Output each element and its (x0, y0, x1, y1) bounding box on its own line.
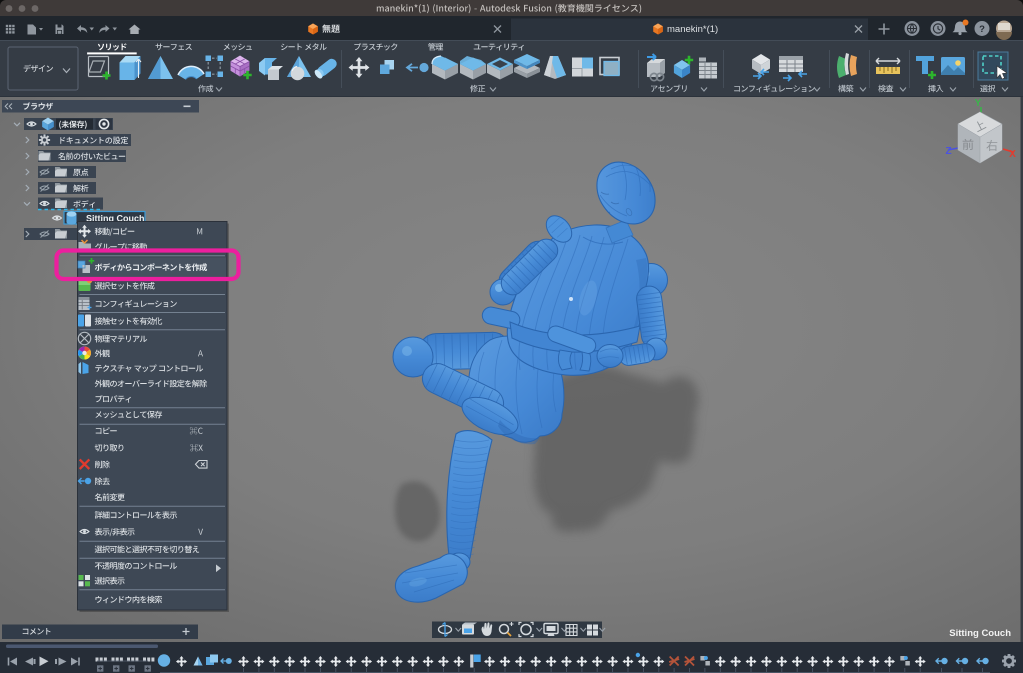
svg-text:Z: Z (945, 146, 951, 157)
svg-text:Y: Y (975, 98, 982, 109)
svg-text:Sitting Couch: Sitting Couch (949, 628, 1011, 639)
svg-text:manekin*(1): manekin*(1) (667, 24, 718, 35)
svg-text:X: X (1009, 149, 1016, 160)
svg-text:?: ? (979, 24, 985, 35)
